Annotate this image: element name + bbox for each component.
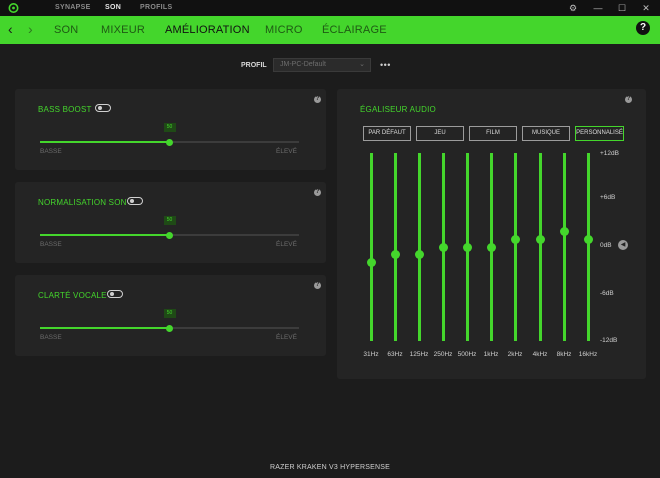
clarte-vocale-label: CLARTÉ VOCALE <box>38 291 107 300</box>
tab-profils[interactable]: PROFILS <box>140 4 172 11</box>
slider-min-label: BASSE <box>40 148 62 155</box>
settings-icon[interactable]: ⚙ <box>565 2 581 14</box>
normalisation-toggle[interactable] <box>127 197 143 205</box>
eq-db-label: -6dB <box>600 290 614 297</box>
minimize-icon[interactable]: — <box>590 2 606 14</box>
razer-logo-icon <box>8 3 19 13</box>
slider-max-label: ÉLEVÉ <box>276 334 297 341</box>
eq-band-thumb[interactable] <box>486 242 496 252</box>
eq-band-thumb[interactable] <box>462 242 472 252</box>
eq-db-label: +6dB <box>600 194 616 201</box>
eq-band-thumb[interactable] <box>583 234 593 244</box>
tab-mixeur[interactable]: MIXEUR <box>101 24 145 36</box>
help-icon[interactable]: ? <box>636 21 650 35</box>
eq-band-thumb[interactable] <box>414 250 424 260</box>
normalisation-label: NORMALISATION SON <box>38 198 127 207</box>
eq-band-track[interactable] <box>513 153 517 341</box>
eq-db-label: 0dB <box>600 242 612 249</box>
profile-value: JM-PC-Default <box>280 61 326 68</box>
close-icon[interactable]: ✕ <box>638 2 654 14</box>
equalizer-title: ÉGALISEUR AUDIO <box>360 105 436 114</box>
eq-band-thumb[interactable] <box>366 258 376 268</box>
preset-personnalise-button[interactable]: PERSONNALISÉ <box>575 126 624 141</box>
eq-band-thumb[interactable] <box>438 242 448 252</box>
nav-bar: ‹ › SON MIXEUR AMÉLIORATION MICRO ÉCLAIR… <box>0 16 660 44</box>
toggle-knob <box>97 105 102 110</box>
more-options-icon[interactable]: ••• <box>380 60 391 70</box>
eq-band-thumb[interactable] <box>559 226 569 236</box>
preset-par-defaut-button[interactable]: PAR DÉFAUT <box>363 126 411 141</box>
bass-boost-slider-thumb[interactable] <box>166 138 173 146</box>
tab-son[interactable]: SON <box>105 4 121 11</box>
eq-band-thumb[interactable] <box>535 234 545 244</box>
chevron-down-icon: ⌄ <box>359 61 365 68</box>
normalisation-value-badge: 50 <box>163 216 176 225</box>
preset-film-button[interactable]: FILM <box>469 126 517 141</box>
back-arrow-icon[interactable]: ‹ <box>8 21 13 37</box>
eq-band-track[interactable] <box>393 153 397 341</box>
slider-min-label: BASSE <box>40 334 62 341</box>
reset-icon[interactable]: ◀ <box>618 240 628 250</box>
slider-max-label: ÉLEVÉ <box>276 148 297 155</box>
device-name: RAZER KRAKEN V3 HYPERSENSE <box>270 464 390 471</box>
slider-fill <box>40 141 170 143</box>
eq-freq-label: 16kHz <box>578 351 598 358</box>
info-icon[interactable]: ? <box>314 189 321 196</box>
clarte-vocale-toggle[interactable] <box>107 290 123 298</box>
bass-boost-label: BASS BOOST <box>38 105 92 114</box>
eq-band-thumb[interactable] <box>390 250 400 260</box>
eq-db-label: -12dB <box>600 337 618 344</box>
slider-fill <box>40 234 170 236</box>
preset-musique-button[interactable]: MUSIQUE <box>522 126 570 141</box>
bass-boost-value-badge: 50 <box>163 123 176 132</box>
tab-synapse[interactable]: SYNAPSE <box>55 4 91 11</box>
clarte-vocale-value-badge: 50 <box>163 309 176 318</box>
eq-band-track[interactable] <box>586 153 590 341</box>
slider-min-label: BASSE <box>40 241 62 248</box>
tab-eclairage[interactable]: ÉCLAIRAGE <box>322 24 387 36</box>
maximize-icon[interactable]: ☐ <box>614 2 630 14</box>
tab-micro[interactable]: MICRO <box>265 24 303 36</box>
tab-amelioration[interactable]: AMÉLIORATION <box>165 24 250 36</box>
eq-band-thumb[interactable] <box>510 234 520 244</box>
toggle-knob <box>129 198 134 203</box>
eq-band-track[interactable] <box>369 153 373 341</box>
toggle-knob <box>109 291 114 296</box>
normalisation-slider-thumb[interactable] <box>166 231 173 239</box>
clarte-vocale-slider-thumb[interactable] <box>166 324 173 332</box>
forward-arrow-icon[interactable]: › <box>28 21 33 37</box>
slider-fill <box>40 327 170 329</box>
info-icon[interactable]: ? <box>625 96 632 103</box>
eq-band-track[interactable] <box>417 153 421 341</box>
profile-dropdown[interactable]: JM-PC-Default ⌄ <box>273 58 371 72</box>
title-bar: SYNAPSE SON PROFILS ⚙ — ☐ ✕ <box>0 0 660 16</box>
info-icon[interactable]: ? <box>314 282 321 289</box>
eq-db-label: +12dB <box>600 150 619 157</box>
profile-label: PROFIL <box>241 62 267 69</box>
eq-band-track[interactable] <box>538 153 542 341</box>
preset-jeu-button[interactable]: JEU <box>416 126 464 141</box>
eq-band-track[interactable] <box>562 153 566 341</box>
tab-son-sub[interactable]: SON <box>54 24 78 36</box>
slider-max-label: ÉLEVÉ <box>276 241 297 248</box>
bass-boost-toggle[interactable] <box>95 104 111 112</box>
info-icon[interactable]: ? <box>314 96 321 103</box>
